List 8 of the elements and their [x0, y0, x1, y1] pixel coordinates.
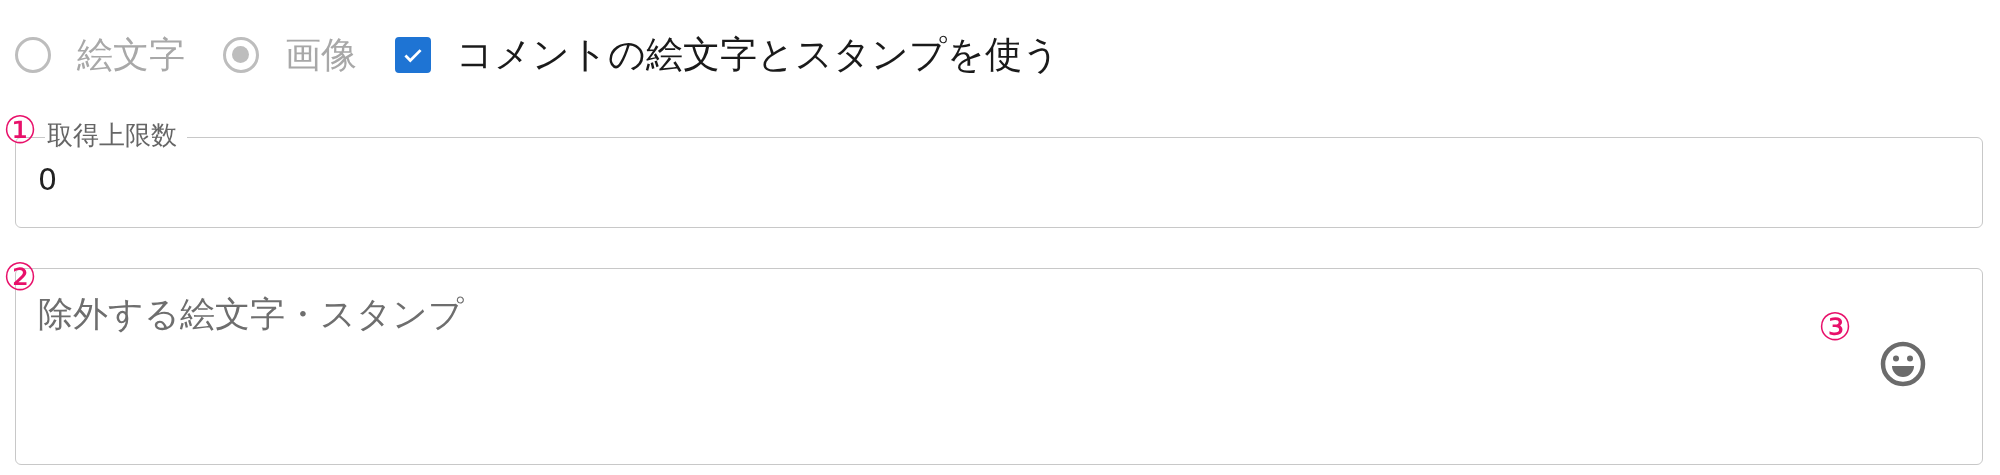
annotation-marker: ③ [1818, 308, 1853, 346]
placeholder-text: 除外する絵文字・スタンプ [38, 293, 464, 336]
radio-label: 絵文字 [77, 32, 185, 77]
smiley-icon[interactable] [1879, 340, 1927, 388]
radio-label: 画像 [285, 32, 357, 77]
checkbox[interactable] [395, 37, 431, 73]
checkbox-label: コメントの絵文字とスタンプを使う [456, 32, 1060, 78]
field-value: 0 [38, 162, 58, 197]
